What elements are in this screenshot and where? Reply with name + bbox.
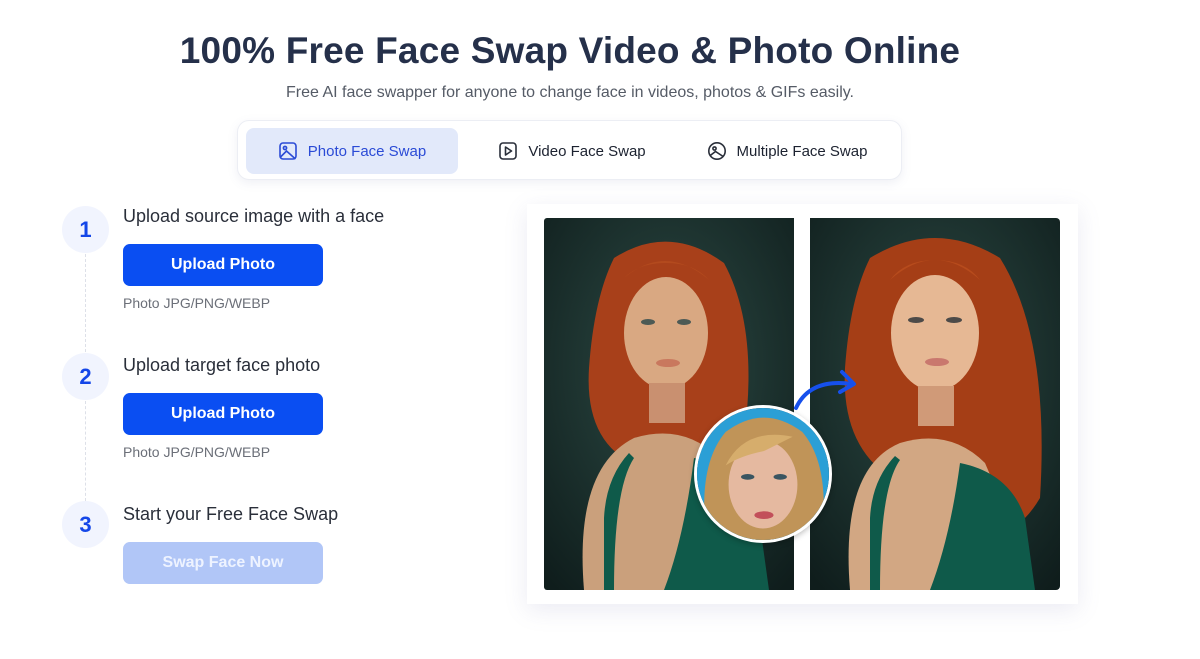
swap-face-now-button[interactable]: Swap Face Now — [123, 542, 323, 584]
page-title: 100% Free Face Swap Video & Photo Online — [179, 30, 961, 71]
face-swap-showcase — [527, 204, 1078, 604]
step-number-3: 3 — [62, 501, 109, 548]
tab-photo-face-swap[interactable]: Photo Face Swap — [246, 128, 458, 174]
image-circle-icon — [707, 142, 726, 160]
upload-target-photo-button[interactable]: Upload Photo — [123, 393, 323, 435]
steps-panel: 1 Upload source image with a face Upload… — [60, 205, 480, 605]
play-icon — [499, 142, 518, 160]
step-number-2: 2 — [62, 353, 109, 400]
tab-video-face-swap[interactable]: Video Face Swap — [472, 128, 672, 174]
tab-label: Video Face Swap — [528, 142, 646, 160]
step-number-1: 1 — [62, 206, 109, 253]
image-icon — [278, 142, 297, 160]
tab-multiple-face-swap[interactable]: Multiple Face Swap — [682, 128, 892, 174]
step-connector — [85, 254, 86, 352]
upload-source-photo-button[interactable]: Upload Photo — [123, 244, 323, 286]
step-title-1: Upload source image with a face — [123, 206, 385, 226]
swap-arrow-icon — [794, 370, 856, 410]
step-connector — [85, 401, 86, 501]
step-title-3: Start your Free Face Swap — [123, 504, 339, 524]
page-subtitle: Free AI face swapper for anyone to chang… — [285, 84, 854, 101]
step-hint-2: Photo JPG/PNG/WEBP — [123, 444, 271, 460]
tab-label: Photo Face Swap — [307, 142, 427, 160]
step-title-2: Upload target face photo — [123, 355, 321, 375]
swap-mode-tabs: Photo Face Swap Video Face Swap Multiple… — [237, 120, 902, 180]
step-hint-1: Photo JPG/PNG/WEBP — [123, 295, 271, 311]
tab-label: Multiple Face Swap — [736, 142, 868, 160]
face-source-photo — [694, 405, 832, 543]
